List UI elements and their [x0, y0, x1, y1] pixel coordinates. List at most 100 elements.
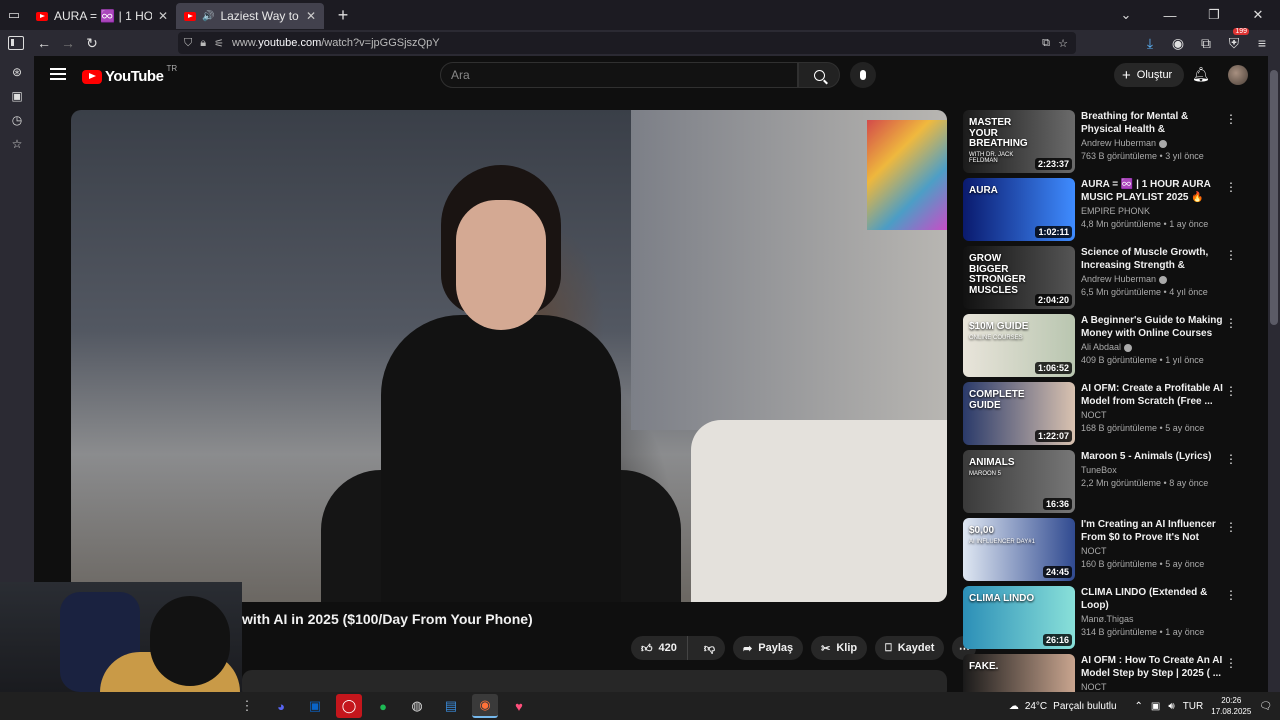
notifications-bell-icon[interactable]: 🔔︎ — [1192, 66, 1210, 83]
forward-arrow-icon[interactable]: → — [56, 31, 80, 55]
tab-overflow-chevron-icon[interactable]: ⌄ — [1104, 7, 1148, 23]
more-vertical-icon[interactable]: ⋮ — [1225, 588, 1237, 602]
like-button[interactable]: 👍︎ 420 — [631, 636, 688, 660]
recommendation-thumbnail[interactable]: MASTER YOUR BREATHING WITH DR. JACK FELDM… — [963, 110, 1075, 173]
restore-button[interactable]: ❐ — [1192, 7, 1236, 23]
synced-tabs-icon[interactable]: ▣ — [8, 88, 26, 104]
voice-search-button[interactable] — [850, 62, 876, 88]
dislike-button[interactable]: 👎︎ — [694, 642, 725, 655]
ublock-icon[interactable]: ⛨ 199 — [1222, 28, 1249, 55]
recommendation-thumbnail[interactable]: GROW BIGGER STRONGER MUSCLES 2:04:20 — [963, 246, 1075, 309]
recommendation-item[interactable]: CLIMA LINDO 26:16 CLIMA LINDO (Extended & … — [963, 586, 1253, 654]
more-vertical-icon[interactable]: ⋮ — [1225, 656, 1237, 670]
tab-list-icon[interactable]: ▭ — [0, 0, 28, 30]
description-box[interactable] — [242, 670, 947, 692]
recommendation-channel[interactable]: Manø.Thigas — [1081, 614, 1223, 624]
recommendation-item[interactable]: FAKE. AI OFM : How To Create An AI Model … — [963, 654, 1253, 692]
shield-icon[interactable]: ⛉ — [184, 37, 192, 50]
recommendation-item[interactable]: $10M GUIDE ONLINE COURSES 1:06:52 A Beginne… — [963, 314, 1253, 382]
recommendation-channel[interactable]: TuneBox — [1081, 465, 1223, 475]
more-vertical-icon[interactable]: ⋮ — [1225, 112, 1237, 126]
downloads-icon[interactable]: ⤓ — [1138, 31, 1162, 55]
search-input[interactable]: Ara — [440, 62, 798, 88]
recommendation-title[interactable]: CLIMA LINDO (Extended & Loop) — [1081, 586, 1223, 612]
recommendation-title[interactable]: A Beginner's Guide to Making Money with … — [1081, 314, 1223, 340]
recommendation-item[interactable]: MASTER YOUR BREATHING WITH DR. JACK FELDM… — [963, 110, 1253, 178]
more-vertical-icon[interactable]: ⋮ — [1225, 520, 1237, 534]
new-tab-button[interactable]: + — [330, 5, 356, 26]
clock[interactable]: 20:26 17.08.2025 — [1211, 695, 1251, 717]
bookmarks-star-icon[interactable]: ☆ — [8, 136, 26, 152]
more-vertical-icon[interactable]: ⋮ — [1225, 452, 1237, 466]
ai-chatbot-icon[interactable]: ⊛ — [8, 64, 26, 80]
recommendation-channel[interactable]: NOCT — [1081, 546, 1223, 556]
close-tab-icon[interactable]: ✕ — [158, 9, 168, 23]
recommendation-title[interactable]: Breathing for Mental & Physical Health &… — [1081, 110, 1223, 136]
tab-aura[interactable]: AURA = ♾️ | 1 HOUR AURA MUSIC ✕ — [28, 3, 176, 29]
recommendation-thumbnail[interactable]: CLIMA LINDO 26:16 — [963, 586, 1075, 649]
permissions-icon[interactable]: ⚟ — [214, 37, 224, 50]
picture-in-picture-icon[interactable]: ⧉ — [1042, 37, 1050, 50]
recommendation-title[interactable]: AI OFM: Create a Profitable AI Model fro… — [1081, 382, 1223, 408]
close-window-button[interactable]: ✕ — [1236, 7, 1280, 23]
sidebar-toggle-button[interactable] — [4, 31, 28, 55]
more-vertical-icon[interactable]: ⋮ — [1225, 180, 1237, 194]
location-app-icon[interactable]: ♥ — [506, 694, 532, 718]
recommendation-item[interactable]: $0,00 AI INFLUENCER DAY#1 24:45 I'm Creatin… — [963, 518, 1253, 586]
page-scrollbar[interactable] — [1268, 56, 1280, 692]
recommendation-thumbnail[interactable]: $0,00 AI INFLUENCER DAY#1 24:45 — [963, 518, 1075, 581]
recommendation-channel[interactable]: NOCT — [1081, 682, 1223, 692]
network-icon[interactable]: ▣ — [1151, 701, 1160, 712]
recommendation-thumbnail[interactable]: COMPLETE GUIDE 1:22:07 — [963, 382, 1075, 445]
notifications-icon[interactable]: 🗨︎ — [1259, 701, 1272, 712]
discord-icon[interactable]: ◕ — [268, 694, 294, 718]
recommendation-item[interactable]: AURA 1:02:11 AURA = ♾️ | 1 HOUR AURA MUSIC… — [963, 178, 1253, 246]
recommendation-item[interactable]: GROW BIGGER STRONGER MUSCLES 2:04:20 Scien… — [963, 246, 1253, 314]
recommendation-channel[interactable]: Andrew Huberman — [1081, 138, 1223, 148]
language-indicator[interactable]: TUR — [1183, 701, 1204, 712]
recommendation-thumbnail[interactable]: $10M GUIDE ONLINE COURSES 1:06:52 — [963, 314, 1075, 377]
recommendation-thumbnail[interactable]: ANIMALS MAROON 5 16:36 — [963, 450, 1075, 513]
avatar[interactable] — [1228, 65, 1248, 85]
recommendation-title[interactable]: Maroon 5 - Animals (Lyrics) — [1081, 450, 1223, 463]
outlook-icon[interactable]: ▣ — [302, 694, 328, 718]
opera-gx-icon[interactable]: ◯ — [336, 694, 362, 718]
recommendation-channel[interactable]: EMPIRE PHONK — [1081, 206, 1223, 216]
history-icon[interactable]: ◷ — [8, 112, 26, 128]
menu-icon[interactable]: ≡ — [1250, 31, 1274, 55]
account-icon[interactable]: ◉ — [1166, 31, 1190, 55]
reload-icon[interactable]: ↻ — [80, 31, 104, 55]
volume-icon[interactable]: 🔊︎ — [1168, 701, 1174, 712]
recommendation-channel[interactable]: NOCT — [1081, 410, 1223, 420]
obs-icon[interactable]: ◍ — [404, 694, 430, 718]
recommendation-thumbnail[interactable]: AURA 1:02:11 — [963, 178, 1075, 241]
file-explorer-icon[interactable]: ▤ — [438, 694, 464, 718]
star-icon[interactable]: ☆ — [1058, 37, 1068, 50]
spotify-icon[interactable]: ● — [370, 694, 396, 718]
video-player[interactable] — [71, 110, 947, 602]
youtube-logo[interactable]: YouTube TR — [82, 64, 177, 85]
url-bar[interactable]: ⛉ 🔒︎ ⚟ www.youtube.com/watch?v=jpGGSjszQ… — [178, 32, 1076, 54]
more-vertical-icon[interactable]: ⋮ — [1225, 384, 1237, 398]
search-button[interactable] — [798, 62, 840, 88]
lock-icon[interactable]: 🔒︎ — [200, 37, 206, 50]
share-button[interactable]: ➦ Paylaş — [733, 636, 804, 660]
taskbar-overflow-icon[interactable]: ⋮ — [234, 694, 260, 718]
recommendation-title[interactable]: AI OFM : How To Create An AI Model Step … — [1081, 654, 1223, 680]
close-tab-icon[interactable]: ✕ — [306, 9, 316, 23]
create-button[interactable]: + Oluştur — [1114, 63, 1185, 87]
recommendation-title[interactable]: AURA = ♾️ | 1 HOUR AURA MUSIC PLAYLIST 2… — [1081, 178, 1223, 204]
tray-chevron-up-icon[interactable]: ⌃ — [1135, 701, 1143, 712]
firefox-icon[interactable]: ◉ — [472, 694, 498, 718]
recommendation-title[interactable]: Science of Muscle Growth, Increasing Str… — [1081, 246, 1223, 272]
minimize-button[interactable]: — — [1148, 8, 1192, 23]
weather-widget[interactable]: ☁ 24°C Parçalı bulutlu — [1009, 701, 1117, 712]
save-button[interactable]: ⎕ Kaydet — [875, 636, 945, 660]
speaker-icon[interactable]: 🔊 — [202, 11, 214, 22]
extensions-icon[interactable]: ⧉ — [1194, 31, 1218, 55]
hamburger-menu-icon[interactable] — [50, 68, 66, 80]
more-vertical-icon[interactable]: ⋮ — [1225, 316, 1237, 330]
more-vertical-icon[interactable]: ⋮ — [1225, 248, 1237, 262]
recommendation-title[interactable]: I'm Creating an AI Influencer From $0 to… — [1081, 518, 1223, 544]
scrollbar-thumb[interactable] — [1270, 70, 1278, 325]
